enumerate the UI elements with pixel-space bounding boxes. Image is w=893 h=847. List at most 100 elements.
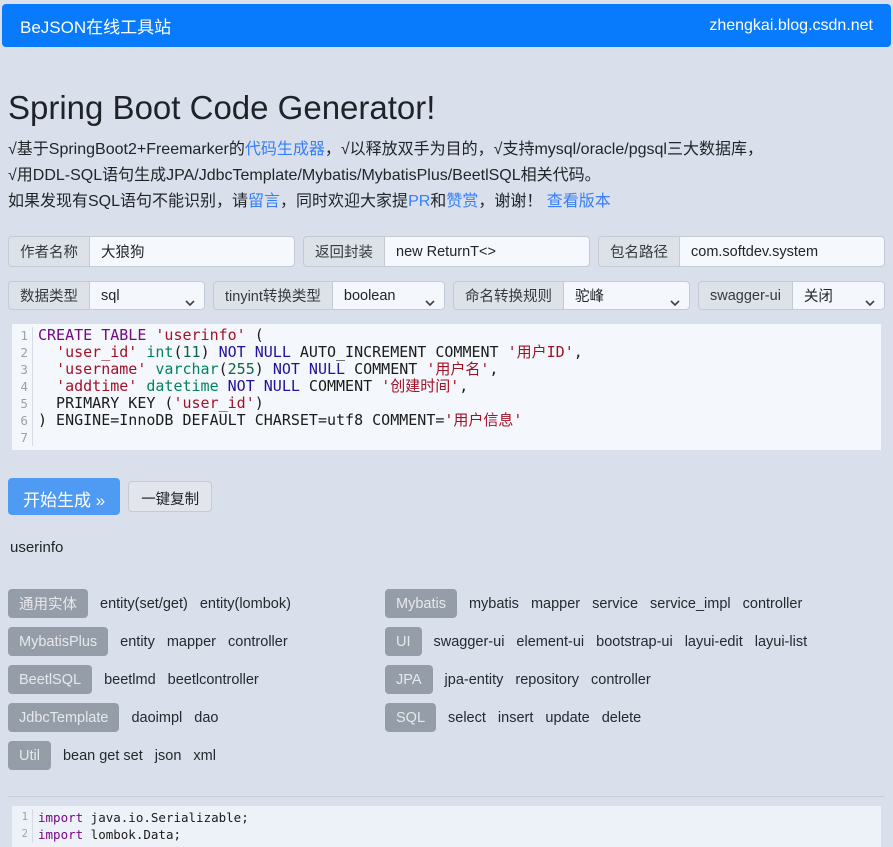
author-name-label: 作者名称 [8,236,89,267]
intro-line: 如果发现有SQL语句不能识别，请留言，同时欢迎大家提PR和赞赏，谢谢！ 查看版本 [8,189,885,215]
data-type-select[interactable]: sql [89,281,205,310]
output-link-json[interactable]: json [155,748,182,764]
code-text: import lombok.Data; [33,826,181,843]
output-link-controller[interactable]: controller [228,634,288,650]
output-link-repository[interactable]: repository [515,672,579,688]
output-link-swagger-ui[interactable]: swagger-ui [434,634,505,650]
swagger-ui-group: swagger-ui 关闭 [698,281,885,310]
chevron-down-icon [425,294,435,310]
output-link-bean-get-set[interactable]: bean get set [63,748,143,764]
line-number: 2 [12,344,33,361]
output-link-layui-edit[interactable]: layui-edit [685,634,743,650]
main-content: Spring Boot Code Generator! √基于SpringBoo… [0,89,893,847]
generate-button[interactable]: 开始生成 » [8,478,120,515]
return-wrapper-input[interactable] [384,236,590,267]
intro-link-留言[interactable]: 留言 [248,193,280,210]
intro-link-查看版本[interactable]: 查看版本 [547,193,611,210]
sql-row: SQL select insert update delete [385,703,885,732]
output-link-element-ui[interactable]: element-ui [516,634,584,650]
code-text: 'user_id' int(11) NOT NULL AUTO_INCREMEN… [33,344,583,361]
intro-text-segment: 如果发现有SQL语句不能识别，请 [8,193,248,210]
line-number: 2 [12,826,33,843]
output-link-layui-list[interactable]: layui-list [755,634,807,650]
naming-rule-selected-value: 驼峰 [575,285,604,306]
output-link-mybatis[interactable]: mybatis [469,596,519,612]
output-link-bootstrap-ui[interactable]: bootstrap-ui [596,634,673,650]
code-text [33,429,47,446]
sql-group-button: SQL [385,703,436,732]
output-link-beetlmd[interactable]: beetlmd [104,672,156,688]
sql-code-editor[interactable]: 1CREATE TABLE 'userinfo' (2 'user_id' in… [12,324,881,450]
output-link-xml[interactable]: xml [193,748,216,764]
jdbctemplate-row: JdbcTemplatedaoimpldao [8,703,385,732]
output-link-daoimpl[interactable]: daoimpl [131,710,182,726]
output-link-service-impl[interactable]: service_impl [650,596,731,612]
util-group-button: Util [8,741,51,770]
code-line: 3 'username' varchar(255) NOT NULL COMME… [12,361,881,378]
common-entity-group-button: 通用实体 [8,589,88,618]
output-link-controller[interactable]: controller [743,596,803,612]
intro-text-segment: √基于SpringBoot2+Freemarker的 [8,141,245,158]
output-link-entity[interactable]: entity [120,634,155,650]
output-link-update[interactable]: update [545,710,589,726]
code-line: 2 'user_id' int(11) NOT NULL AUTO_INCREM… [12,344,881,361]
tinyint-convert-type-select[interactable]: boolean [332,281,445,310]
intro-link-代码生成器[interactable]: 代码生成器 [245,141,325,158]
line-number: 3 [12,361,33,378]
intro-text-segment: √用DDL-SQL语句生成JPA/JdbcTemplate/Mybatis/My… [8,167,601,184]
data-type-selected-value: sql [101,288,120,304]
navbar: BeJSON在线工具站 zhengkai.blog.csdn.net [2,4,891,47]
navbar-blog-link[interactable]: zhengkai.blog.csdn.net [709,17,873,35]
line-number: 7 [12,429,33,446]
ui-row: UIswagger-uielement-uibootstrap-uilayui-… [385,627,885,656]
swagger-ui-selected-value: 关闭 [804,285,833,306]
code-line: 5 PRIMARY KEY ('user_id') [12,395,881,412]
tinyint-convert-type-label: tinyint转换类型 [213,281,332,310]
jpa-row: JPA jpa-entity repository controller [385,665,885,694]
output-link-mapper[interactable]: mapper [531,596,580,612]
java-code-editor[interactable]: 1import java.io.Serializable;2import lom… [12,806,881,847]
author-name-input[interactable] [89,236,295,267]
package-path-input[interactable] [679,236,885,267]
output-link-insert[interactable]: insert [498,710,533,726]
naming-rule-select[interactable]: 驼峰 [563,281,690,310]
config-row-selects: 数据类型 sql tinyint转换类型boolean 命名转换规则驼峰 swagger… [8,281,885,310]
return-wrapper-label: 返回封装 [303,236,384,267]
output-link-delete[interactable]: delete [602,710,642,726]
naming-rule-group: 命名转换规则驼峰 [453,281,690,310]
intro-text: √基于SpringBoot2+Freemarker的代码生成器，√以释放双手为目… [8,137,885,215]
code-text: ) ENGINE=InnoDB DEFAULT CHARSET=utf8 COM… [33,412,522,429]
navbar-brand-link[interactable]: BeJSON在线工具站 [20,13,171,38]
code-line: 1CREATE TABLE 'userinfo' ( [12,327,881,344]
util-row: Util bean get set jsonxml [8,741,385,770]
output-link-controller[interactable]: controller [591,672,651,688]
code-line: 1import java.io.Serializable; [12,809,881,826]
divider [8,796,885,797]
intro-link-赞赏[interactable]: 赞赏 [446,193,478,210]
output-link-jpa-entity[interactable]: jpa-entity [445,672,504,688]
code-line: 7 [12,429,881,446]
code-line: 6) ENGINE=InnoDB DEFAULT CHARSET=utf8 CO… [12,412,881,429]
swagger-ui-select[interactable]: 关闭 [792,281,885,310]
config-row-inputs: 作者名称返回封装包名路径 [8,236,885,267]
intro-text-segment: ，√以释放双手为目的，√支持mysql/oracle/pgsql三大数据库， [325,141,763,158]
data-type-group: 数据类型 sql [8,281,205,310]
output-link-service[interactable]: service [592,596,638,612]
mybatis-group-button: Mybatis [385,589,457,618]
mybatis-plus-group-button: MybatisPlus [8,627,108,656]
intro-link-PR[interactable]: PR [408,193,430,210]
data-type-label: 数据类型 [8,281,89,310]
output-link-dao[interactable]: dao [194,710,218,726]
output-link-mapper[interactable]: mapper [167,634,216,650]
intro-text-segment: ，同时欢迎大家提 [280,193,408,210]
output-link-beetlcontroller[interactable]: beetlcontroller [168,672,259,688]
line-number: 4 [12,378,33,395]
intro-text-segment: ，谢谢！ [478,193,546,210]
output-link-select[interactable]: select [448,710,486,726]
output-link-entity-lombok-[interactable]: entity(lombok) [200,596,291,612]
swagger-ui-label: swagger-ui [698,281,792,310]
copy-button[interactable]: 一键复制 [128,481,212,512]
jpa-group-button: JPA [385,665,433,694]
author-name-group: 作者名称 [8,236,295,267]
output-link-entity-set-get-[interactable]: entity(set/get) [100,596,188,612]
